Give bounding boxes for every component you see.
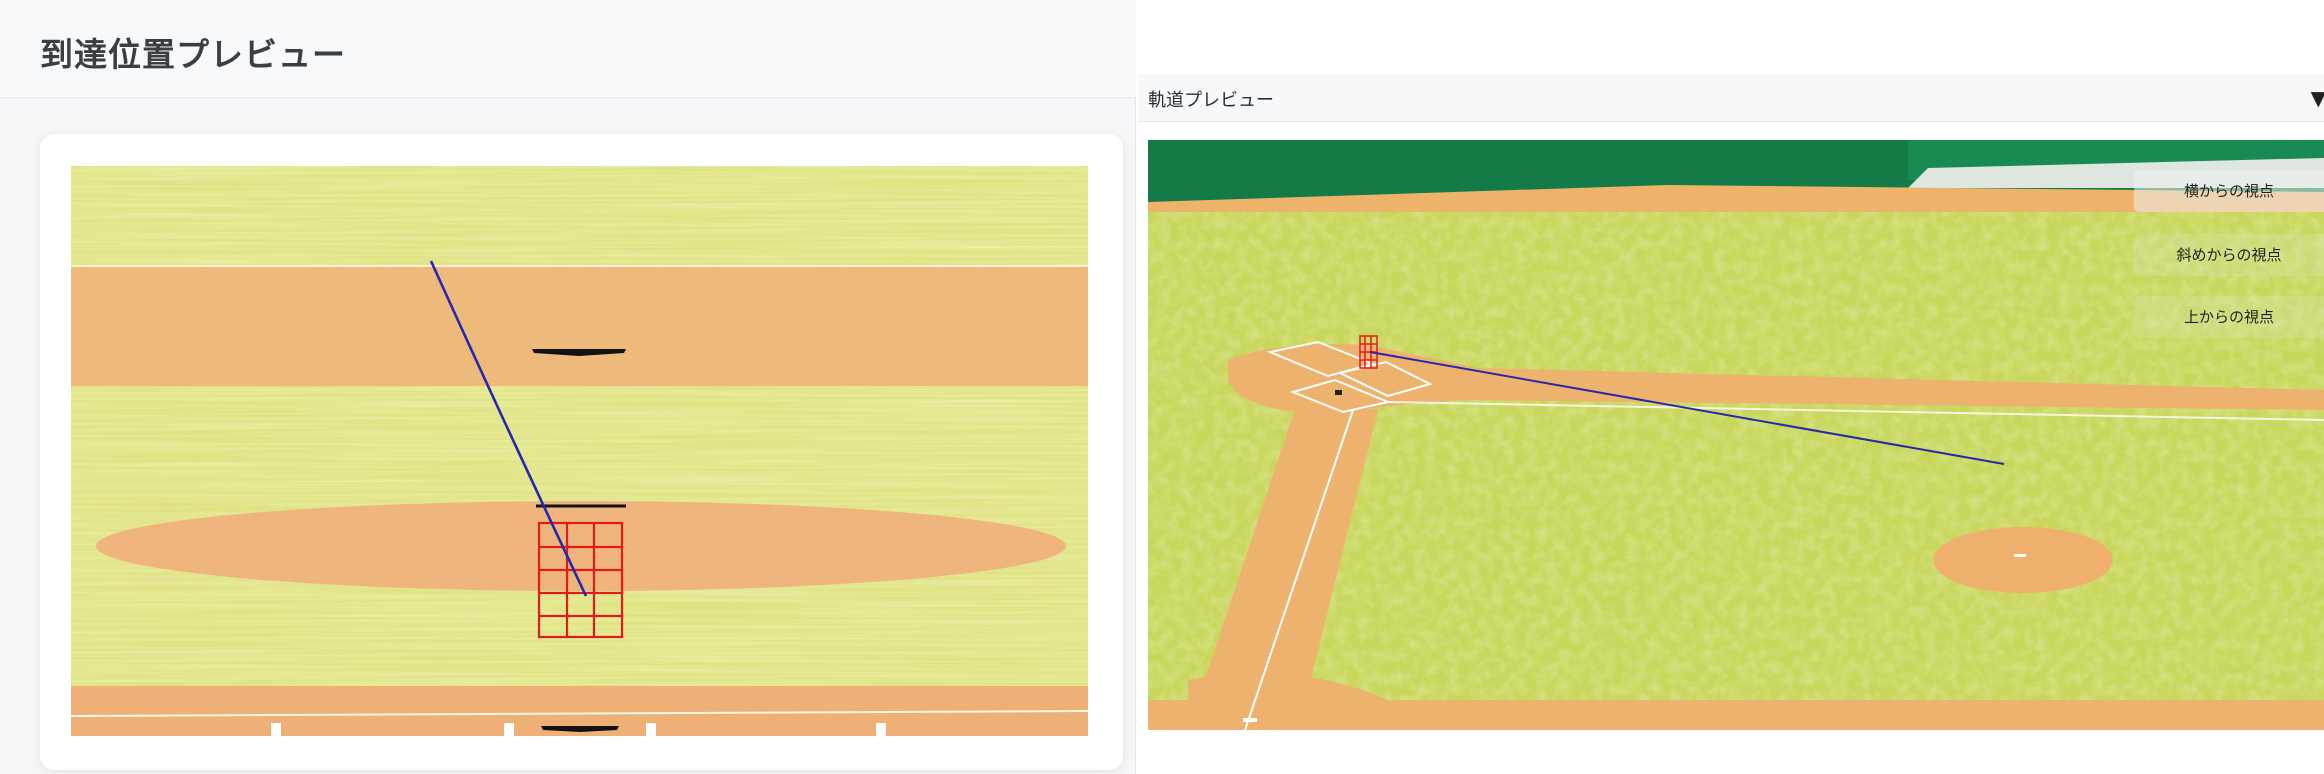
grass-texture [71, 166, 1088, 736]
chalk-mark [271, 723, 281, 736]
panel-title: 軌道プレビュー [1148, 90, 1274, 111]
side-view-button[interactable]: 横からの視点 [2134, 170, 2324, 212]
first-base-bag [1243, 718, 1257, 722]
arrival-preview-panel: 到達位置プレビュー [0, 0, 1136, 774]
panel-title: 到達位置プレビュー [40, 35, 346, 74]
diagonal-view-button[interactable]: 斜めからの視点 [2134, 234, 2324, 276]
trajectory-3d-view[interactable]: 横からの視点 斜めからの視点 上からの視点 [1148, 140, 2324, 730]
arrival-position-view[interactable] [71, 166, 1088, 736]
trajectory-preview-panel: 軌道プレビュー ▼ 横からの視点 斜めからの視点 上からの視点 [1138, 0, 2324, 774]
pitchers-plate [2014, 554, 2026, 557]
pitchers-mound [1933, 527, 2113, 593]
chalk-mark [876, 723, 886, 736]
panel-header: 到達位置プレビュー [0, 0, 1136, 98]
home-dirt-band [1148, 700, 2324, 730]
top-view-button[interactable]: 上からの視点 [2134, 296, 2324, 338]
triangle-down-icon[interactable]: ▼ [2311, 86, 2324, 110]
dirt-texture-upper [71, 266, 1088, 386]
accordion-header[interactable]: 軌道プレビュー ▼ [1138, 74, 2324, 122]
chalk-mark [504, 723, 514, 736]
chalk-mark [646, 723, 656, 736]
home-plate [1335, 390, 1342, 395]
